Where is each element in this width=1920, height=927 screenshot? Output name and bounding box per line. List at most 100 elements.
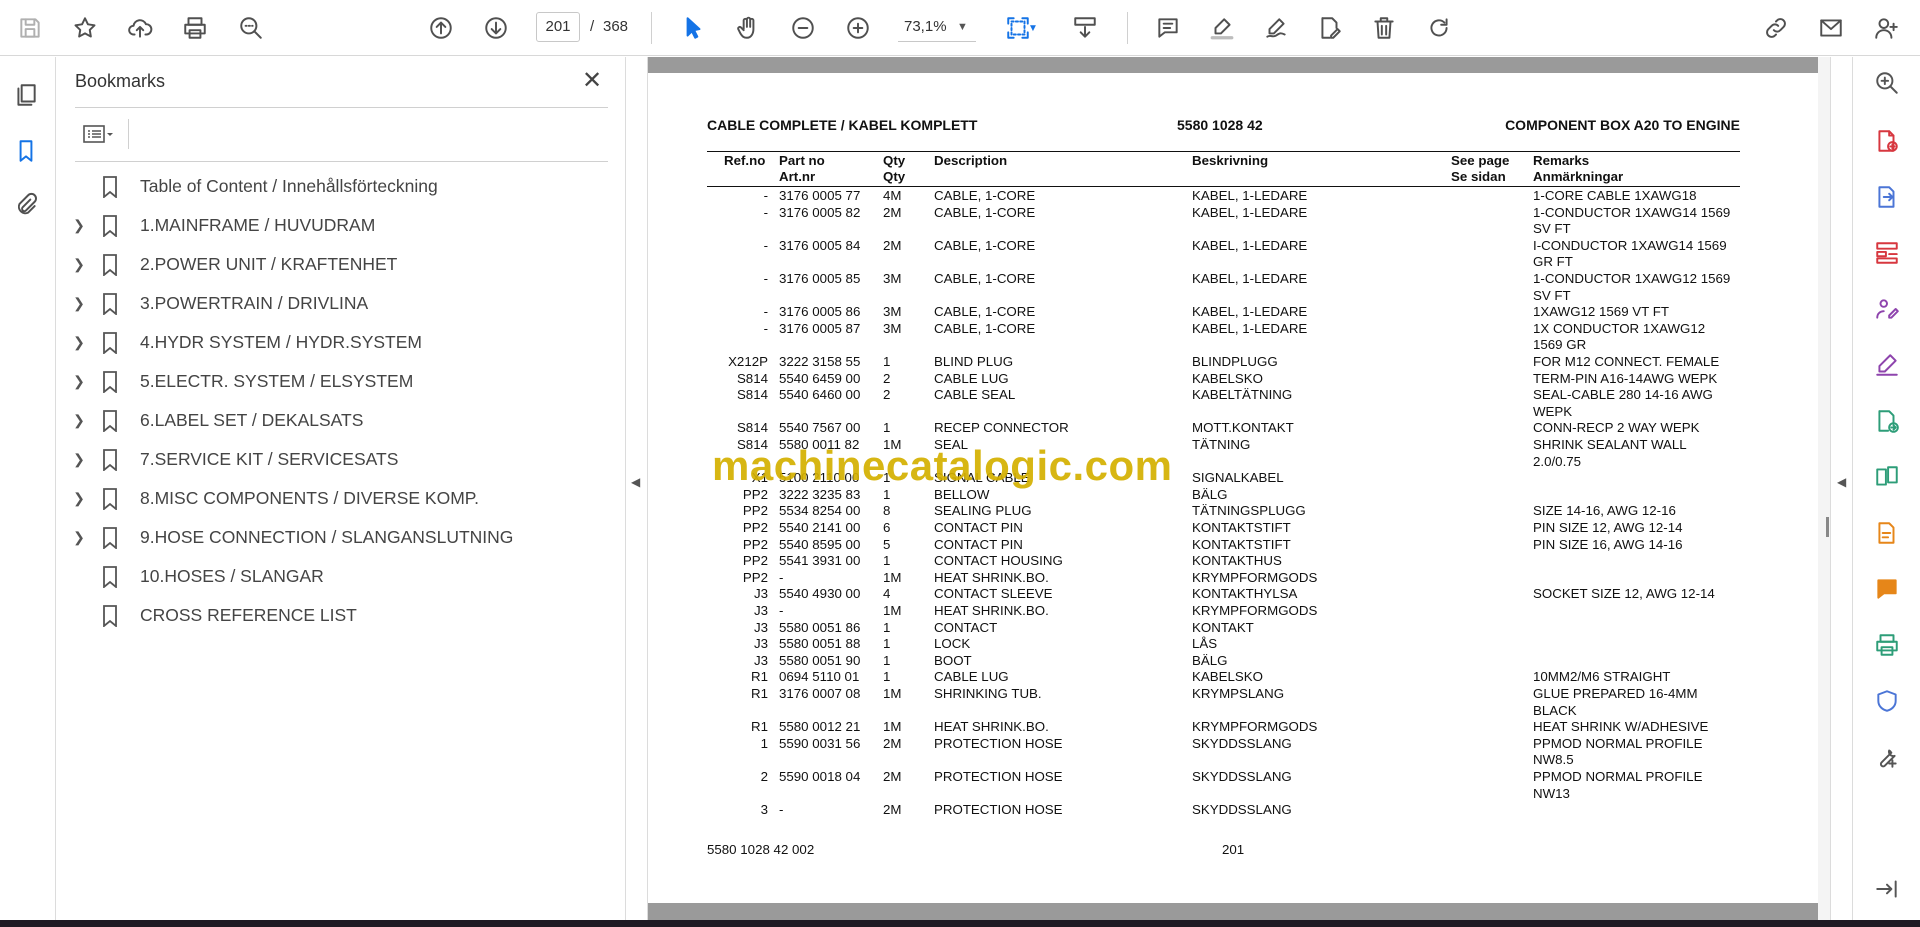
vertical-scrollbar[interactable]	[1818, 57, 1830, 920]
chevron-right-icon[interactable]: ❯	[64, 529, 94, 546]
previous-page-icon[interactable]	[423, 10, 459, 46]
cell-refno: PP2	[742, 503, 768, 519]
doc-part-number: 5580 1028 42	[1177, 117, 1263, 133]
email-icon[interactable]	[1813, 10, 1849, 46]
request-signature-icon[interactable]	[1873, 295, 1901, 323]
chevron-right-icon[interactable]: ❯	[64, 373, 94, 390]
collapse-left-panel[interactable]: ◀	[626, 57, 648, 920]
cell-refno: 1	[760, 735, 768, 751]
star-icon[interactable]	[67, 10, 103, 46]
draw-icon[interactable]	[1258, 10, 1294, 46]
close-icon[interactable]: ✕	[576, 65, 608, 97]
cell-beskrivning: KONTAKTHUS	[1192, 553, 1282, 569]
cell-remarks: PIN SIZE 12, AWG 12-14	[1533, 520, 1683, 535]
bookmark-item[interactable]: 10.HOSES / SLANGAR	[56, 557, 616, 596]
cell-remarks: PIN SIZE 16, AWG 14-16	[1533, 536, 1683, 552]
header-refno: Ref.no	[724, 153, 766, 168]
bookmark-item[interactable]: ❯ 1.MAINFRAME / HUVUDRAM	[56, 206, 616, 245]
comment-tool-icon[interactable]	[1873, 575, 1901, 603]
cell-partno: 3176 0005 82	[779, 204, 861, 220]
delete-icon[interactable]	[1366, 10, 1402, 46]
share-link-icon[interactable]	[1758, 10, 1794, 46]
bookmark-label: 3.POWERTRAIN / DRIVLINA	[140, 293, 369, 313]
zoom-out-icon[interactable]	[785, 10, 821, 46]
chevron-right-icon[interactable]: ❯	[64, 451, 94, 468]
collapse-right-panel[interactable]: ◀	[1830, 57, 1852, 920]
bookmark-icon	[102, 448, 124, 472]
cell-refno: PP2	[742, 553, 768, 569]
bookmark-item[interactable]: ❯ 3.POWERTRAIN / DRIVLINA	[56, 284, 616, 323]
collapse-tools-icon[interactable]	[1873, 875, 1901, 903]
bookmark-item[interactable]: ❯ 9.HOSE CONNECTION / SLANGANSLUTNING	[56, 518, 616, 557]
redo-icon[interactable]	[1421, 10, 1457, 46]
cell-beskrivning: KABEL, 1-LEDARE	[1192, 188, 1308, 203]
bookmark-item[interactable]: ❯ 8.MISC COMPONENTS / DIVERSE KOMP.	[56, 479, 616, 518]
upload-cloud-icon[interactable]	[122, 10, 158, 46]
bookmark-item[interactable]: ❯ 4.HYDR SYSTEM / HYDR.SYSTEM	[56, 323, 616, 362]
bookmark-item[interactable]: ❯ 5.ELECTR. SYSTEM / ELSYSTEM	[56, 362, 616, 401]
cell-partno: 5590 0031 56	[779, 735, 861, 751]
export-pdf-icon[interactable]	[1873, 183, 1901, 211]
page-thumbnails-icon[interactable]	[8, 77, 44, 113]
hand-tool-icon[interactable]	[730, 10, 766, 46]
chevron-right-icon[interactable]: ❯	[64, 217, 94, 234]
chevron-left-icon[interactable]: ◀	[1837, 475, 1846, 489]
find-text-icon[interactable]	[233, 10, 269, 46]
next-page-icon[interactable]	[478, 10, 514, 46]
cell-qty: 6	[883, 520, 891, 535]
comment-icon[interactable]	[1150, 10, 1186, 46]
bookmark-item[interactable]: Table of Content / Innehållsförteckning	[56, 167, 616, 206]
compare-files-icon[interactable]	[1873, 463, 1901, 491]
document-viewport[interactable]: CABLE COMPLETE / KABEL KOMPLETT 5580 102…	[648, 57, 1852, 920]
more-tools-icon[interactable]	[1873, 743, 1901, 771]
bookmark-panel-icon[interactable]	[8, 133, 44, 169]
bookmark-options-button[interactable]	[75, 119, 121, 149]
chevron-right-icon[interactable]: ❯	[64, 412, 94, 429]
cell-partno: 5580 0051 86	[779, 619, 861, 635]
organize-pages-icon[interactable]	[1873, 239, 1901, 267]
print-icon[interactable]	[177, 10, 213, 46]
cell-description: CONTACT SLEEVE	[934, 586, 1053, 602]
header-qty-sv: Qty	[883, 169, 906, 184]
scrollbar-thumb[interactable]	[1826, 517, 1829, 537]
page-number-input[interactable]: 201	[536, 12, 580, 42]
edit-text-icon[interactable]	[1312, 10, 1348, 46]
taskbar-strip	[0, 920, 1920, 927]
zoom-in-icon[interactable]	[840, 10, 876, 46]
cell-partno: 5540 4930 00	[779, 586, 861, 602]
save-icon[interactable]	[12, 10, 48, 46]
add-user-icon[interactable]	[1868, 10, 1904, 46]
chevron-right-icon[interactable]: ❯	[64, 256, 94, 273]
cell-description: CABLE, 1-CORE	[934, 188, 1036, 203]
cell-refno: 2	[760, 769, 768, 784]
bookmark-item[interactable]: CROSS REFERENCE LIST	[56, 596, 616, 635]
chevron-right-icon[interactable]: ❯	[64, 334, 94, 351]
chevron-right-icon[interactable]: ❯	[64, 490, 94, 507]
bookmark-item[interactable]: ❯ 7.SERVICE KIT / SERVICESATS	[56, 440, 616, 479]
protect-icon[interactable]	[1873, 687, 1901, 715]
highlight-icon[interactable]	[1204, 10, 1240, 46]
bookmark-item[interactable]: ❯ 6.LABEL SET / DEKALSATS	[56, 401, 616, 440]
attachments-icon[interactable]	[8, 187, 44, 223]
bookmark-item[interactable]: ❯ 2.POWER UNIT / KRAFTENHET	[56, 245, 616, 284]
send-for-review-icon[interactable]	[1873, 407, 1901, 435]
zoom-search-icon[interactable]	[1873, 69, 1901, 97]
select-cursor-icon[interactable]	[675, 10, 711, 46]
chevron-right-icon[interactable]: ❯	[64, 295, 94, 312]
cell-remarks: 1-CORE CABLE 1XAWG18	[1533, 188, 1697, 203]
cell-qty: 1M	[883, 569, 902, 585]
cell-beskrivning: BÄLG	[1192, 486, 1228, 502]
edit-pdf-icon[interactable]	[1873, 519, 1901, 547]
scroll-mode-icon[interactable]	[1067, 10, 1103, 46]
cell-beskrivning: KRYMPFORMGODS	[1192, 569, 1318, 585]
cell-partno: 0694 5110 01	[779, 669, 860, 685]
cell-refno: X212P	[728, 354, 768, 369]
create-pdf-icon[interactable]	[1873, 127, 1901, 155]
chevron-left-icon[interactable]: ◀	[631, 475, 640, 489]
print-production-icon[interactable]	[1873, 631, 1901, 659]
page-total: 368	[603, 18, 629, 35]
cell-refno: PP2	[742, 536, 768, 552]
fit-options-chevron-icon[interactable]: ▼	[1026, 10, 1040, 46]
fill-sign-icon[interactable]	[1873, 351, 1901, 379]
chevron-down-icon[interactable]: ▼	[957, 12, 968, 42]
